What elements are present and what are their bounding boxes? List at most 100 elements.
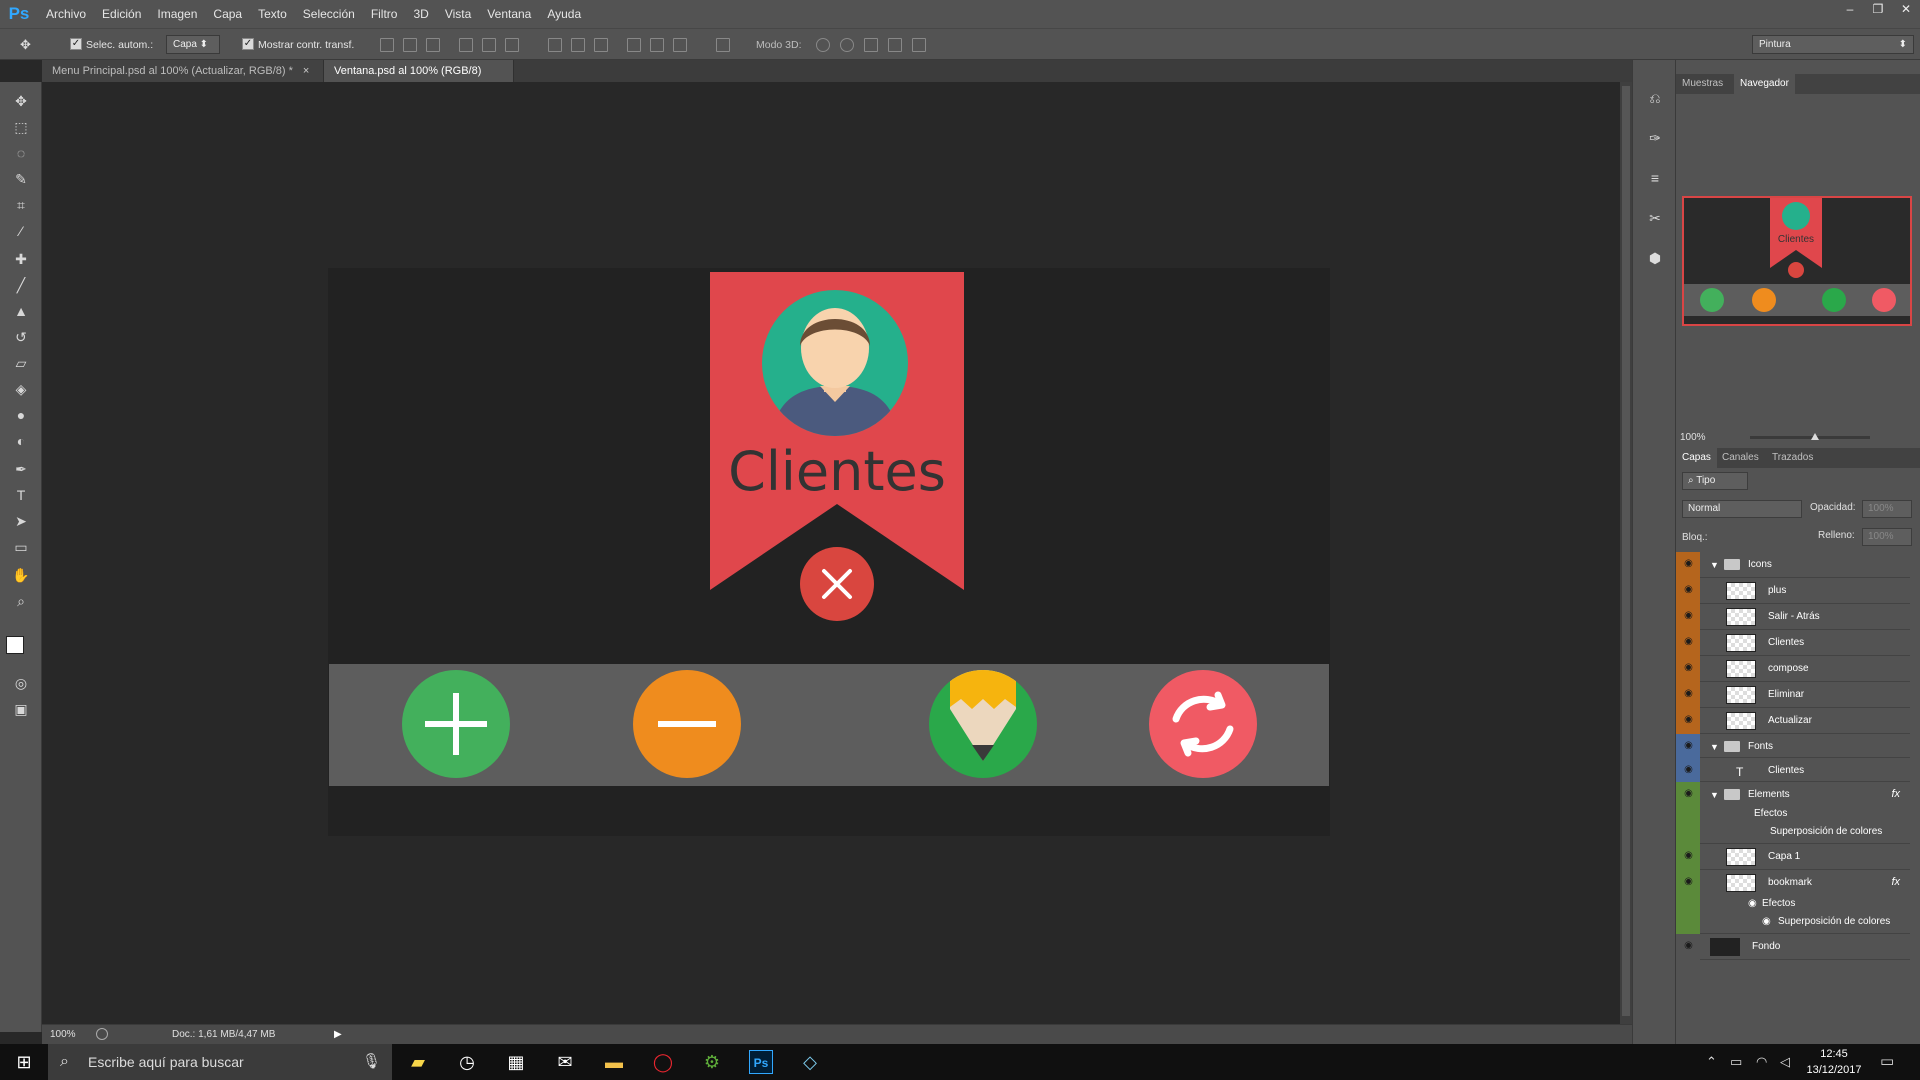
tab-canales[interactable]: Canales — [1716, 448, 1765, 468]
tab-muestras[interactable]: Muestras — [1676, 74, 1729, 94]
tab-trazados[interactable]: Trazados — [1766, 448, 1819, 468]
align-right-icon[interactable] — [505, 38, 519, 52]
blur-tool-icon[interactable]: ● — [9, 404, 33, 426]
fx-icon[interactable]: fx — [1891, 876, 1900, 888]
distribute-bottom-icon[interactable] — [594, 38, 608, 52]
layer-row-clientes[interactable]: ◉ Clientes — [1676, 630, 1910, 656]
tool-presets-icon[interactable]: ✂ — [1645, 208, 1665, 228]
layer-row-fonts[interactable]: ◉ ▼ Fonts — [1676, 734, 1910, 758]
visibility-eye-icon[interactable]: ◉ — [1682, 741, 1695, 751]
align-top-icon[interactable] — [380, 38, 394, 52]
visibility-eye-icon[interactable]: ◉ — [1682, 715, 1695, 725]
layer-row-eliminar[interactable]: ◉ Eliminar — [1676, 682, 1910, 708]
navigator-zoom[interactable]: 100% — [1680, 432, 1706, 443]
menu-archivo[interactable]: Archivo — [38, 0, 94, 28]
sticky-notes-icon[interactable]: ▰ — [406, 1050, 430, 1074]
hand-tool-icon[interactable]: ✋ — [9, 564, 33, 586]
align-hcenter-icon[interactable] — [482, 38, 496, 52]
layer-row-plus[interactable]: ◉ plus — [1676, 578, 1910, 604]
layer-row-salir[interactable]: ◉ Salir - Atrás — [1676, 604, 1910, 630]
menu-edicion[interactable]: Edición — [94, 0, 149, 28]
layer-row-fondo[interactable]: ◉ Fondo — [1676, 934, 1910, 960]
scrollbar-thumb[interactable] — [1622, 86, 1630, 1016]
zoom-level[interactable]: 100% — [50, 1029, 76, 1040]
expand-arrow-icon[interactable]: ▼ — [1710, 742, 1719, 752]
volume-icon[interactable]: ◁ — [1780, 1054, 1790, 1070]
zoom-tool-icon[interactable]: ⌕ — [9, 590, 33, 612]
layer-filter-dropdown[interactable]: ⌕ Tipo — [1682, 472, 1748, 490]
close-tab-icon[interactable]: × — [303, 65, 309, 77]
distribute-right-icon[interactable] — [673, 38, 687, 52]
3d-roll-icon[interactable] — [840, 38, 854, 52]
layer-row-elements[interactable]: ◉ ▼ Elements fx Efectos Superposición de… — [1676, 782, 1910, 844]
microphone-icon[interactable]: 🎙 — [362, 1052, 381, 1070]
auto-select-dropdown[interactable]: Capa ⬍ — [166, 35, 220, 54]
effects-eye-icon[interactable]: ◉ — [1748, 898, 1757, 909]
visibility-eye-icon[interactable]: ◉ — [1682, 689, 1695, 699]
distribute-left-icon[interactable] — [627, 38, 641, 52]
eyedropper-tool-icon[interactable]: ⁄ — [9, 220, 33, 242]
3d-rotate-icon[interactable] — [816, 38, 830, 52]
tray-chevron-icon[interactable]: ⌃ — [1706, 1054, 1717, 1070]
mail-icon[interactable]: ✉ — [553, 1050, 577, 1074]
paint-bucket-tool-icon[interactable]: ◈ — [9, 378, 33, 400]
quick-select-tool-icon[interactable]: ✎ — [9, 168, 33, 190]
alarm-clock-icon[interactable]: ◷ — [455, 1050, 479, 1074]
quick-mask-icon[interactable]: ◎ — [9, 672, 33, 694]
rectangle-tool-icon[interactable]: ▭ — [9, 536, 33, 558]
layer-row-capa-1[interactable]: ◉ Capa 1 — [1676, 844, 1910, 870]
move-tool-icon[interactable]: ✥ — [20, 38, 34, 52]
visibility-eye-icon[interactable]: ◉ — [1682, 941, 1695, 951]
dodge-tool-icon[interactable]: ◐ — [9, 430, 33, 452]
visibility-eye-icon[interactable]: ◉ — [1682, 585, 1695, 595]
navigator-preview[interactable]: Clientes — [1682, 196, 1912, 326]
blend-mode-dropdown[interactable]: Normal — [1682, 500, 1802, 518]
brush-presets-icon[interactable]: ✑ — [1645, 128, 1665, 148]
expand-arrow-icon[interactable]: ▼ — [1710, 790, 1719, 800]
healing-brush-tool-icon[interactable]: ✚ — [9, 248, 33, 270]
wifi-icon[interactable]: ◠ — [1756, 1054, 1767, 1070]
file-explorer-icon[interactable]: ▬ — [602, 1050, 626, 1074]
menu-filtro[interactable]: Filtro — [363, 0, 406, 28]
type-tool-icon[interactable]: T — [9, 484, 33, 506]
navigator-slider-thumb[interactable] — [1811, 433, 1819, 440]
crop-tool-icon[interactable]: ⌗ — [9, 194, 33, 216]
navigator-zoom-slider[interactable] — [1750, 436, 1870, 439]
align-left-icon[interactable] — [459, 38, 473, 52]
game-app-icon[interactable]: ⚙ — [700, 1050, 724, 1074]
align-bottom-icon[interactable] — [426, 38, 440, 52]
expand-arrow-icon[interactable]: ▼ — [1710, 560, 1719, 570]
opacity-field[interactable]: 100% — [1862, 500, 1912, 518]
align-vcenter-icon[interactable] — [403, 38, 417, 52]
layer-row-actualizar[interactable]: ◉ Actualizar — [1676, 708, 1910, 734]
3d-slide-icon[interactable] — [888, 38, 902, 52]
menu-ventana[interactable]: Ventana — [479, 0, 539, 28]
3d-panel-icon[interactable]: ⬢ — [1645, 248, 1665, 268]
3d-pan-icon[interactable] — [864, 38, 878, 52]
pen-tool-icon[interactable]: ✒ — [9, 458, 33, 480]
opera-icon[interactable]: ◯ — [651, 1050, 675, 1074]
photoshop-taskbar-icon[interactable]: Ps — [749, 1050, 773, 1074]
battery-icon[interactable]: ▭ — [1730, 1054, 1742, 1070]
notepad-icon[interactable]: ◇ — [798, 1050, 822, 1074]
menu-imagen[interactable]: Imagen — [149, 0, 205, 28]
auto-select-checkbox[interactable]: ✓ — [70, 38, 82, 50]
menu-seleccion[interactable]: Selección — [295, 0, 363, 28]
transform-controls-checkbox[interactable]: ✓ — [242, 38, 254, 50]
fill-field[interactable]: 100% — [1862, 528, 1912, 546]
notifications-icon[interactable]: ▭ — [1880, 1052, 1894, 1070]
menu-capa[interactable]: Capa — [205, 0, 250, 28]
calendar-icon[interactable]: ▦ — [504, 1050, 528, 1074]
brush-tool-icon[interactable]: ╱ — [9, 274, 33, 296]
workspace-dropdown[interactable]: Pintura ⬍ — [1752, 35, 1914, 54]
history-brush-tool-icon[interactable]: ↺ — [9, 326, 33, 348]
menu-3d[interactable]: 3D — [405, 0, 436, 28]
status-menu-arrow-icon[interactable]: ▶ — [334, 1029, 342, 1040]
distribute-hcenter-icon[interactable] — [650, 38, 664, 52]
distribute-center-icon[interactable] — [571, 38, 585, 52]
auto-align-icon[interactable] — [716, 38, 730, 52]
3d-scale-icon[interactable] — [912, 38, 926, 52]
distribute-top-icon[interactable] — [548, 38, 562, 52]
visibility-eye-icon[interactable]: ◉ — [1682, 851, 1695, 861]
move-tool-icon[interactable]: ✥ — [9, 90, 33, 112]
